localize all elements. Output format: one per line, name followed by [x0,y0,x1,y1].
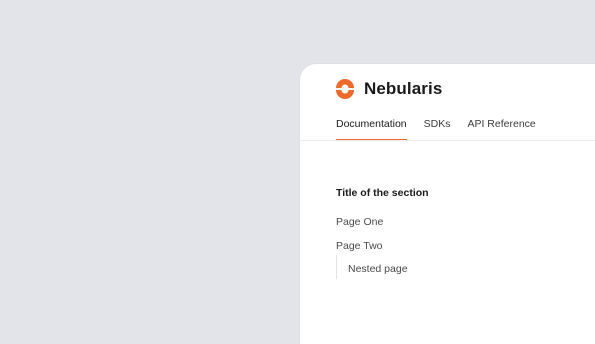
sidebar-item-page-two[interactable]: Page Two [336,240,383,252]
brand-name: Nebularis [364,79,443,98]
tab-api-reference[interactable]: API Reference [467,118,535,140]
tab-documentation[interactable]: Documentation [336,118,407,141]
top-tabs: Documentation SDKs API Reference [336,118,553,141]
nested-indent-line [336,255,337,279]
tab-sdks[interactable]: SDKs [424,118,451,140]
docs-window: Nebularis Documentation SDKs API Referen… [300,64,595,344]
sidebar-item-page-one[interactable]: Page One [336,216,383,228]
sidebar-item-nested-page[interactable]: Nested page [348,263,408,275]
brand[interactable]: Nebularis [334,77,442,101]
nebularis-logo-icon [336,79,354,99]
section-title: Title of the section [336,187,429,199]
header-divider [300,140,595,141]
